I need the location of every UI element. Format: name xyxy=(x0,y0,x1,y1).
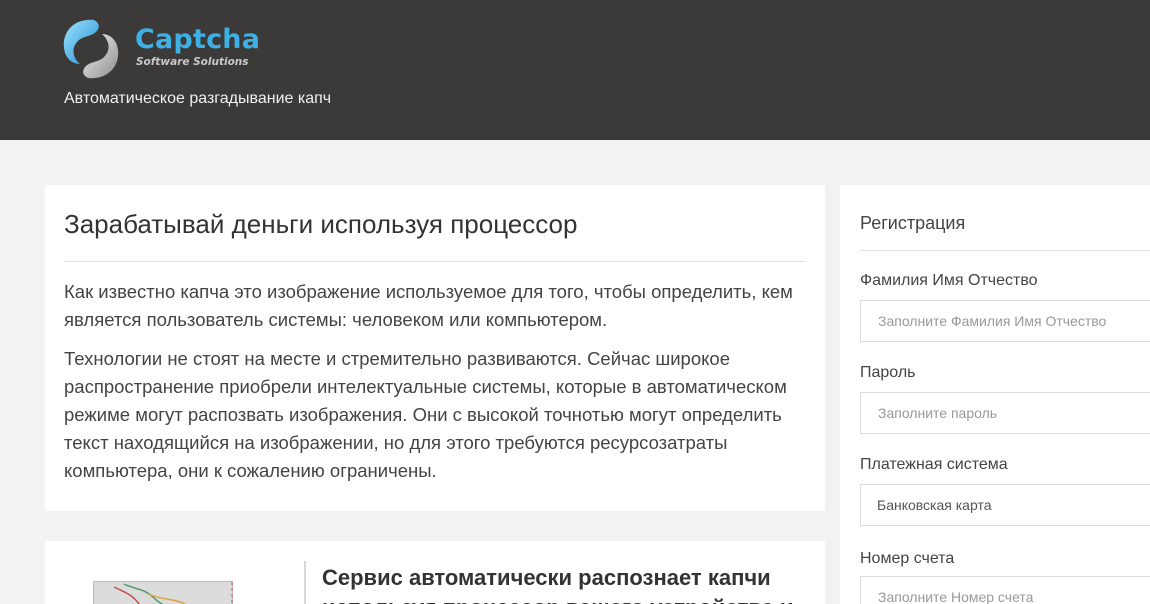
account-number-input[interactable] xyxy=(860,576,1150,604)
registration-title: Регистрация xyxy=(860,213,966,233)
captcha-swirl-logo-icon xyxy=(63,19,119,79)
site-tagline: Автоматическое разгадывание капч xyxy=(64,90,332,107)
captcha-image-thumbnail xyxy=(93,581,233,604)
fullname-label: Фамилия Имя Отчество xyxy=(860,272,1038,289)
page-title: Зарабатывай деньги используя процессор xyxy=(64,209,578,239)
account-number-label: Номер счета xyxy=(860,550,955,567)
password-label: Пароль xyxy=(860,364,916,381)
logo-name: Captcha xyxy=(135,24,261,55)
payment-system-select[interactable]: Банковская карта xyxy=(860,484,1150,526)
registration-divider xyxy=(860,250,1150,251)
site-header: Captcha Software Solutions Автоматическо… xyxy=(0,0,1150,140)
service-card: Сервис автоматически распознает капчи ис… xyxy=(45,541,825,604)
vertical-divider xyxy=(304,561,306,604)
title-divider xyxy=(64,261,806,262)
captcha-sample-icon xyxy=(113,582,233,604)
service-title: Сервис автоматически распознает капчи ис… xyxy=(322,565,794,604)
intro-paragraph-2: Технологии не стоят на месте и стремител… xyxy=(64,348,787,481)
payment-system-label: Платежная система xyxy=(860,456,1008,473)
intro-paragraph-1: Как известно капча это изображение испол… xyxy=(64,281,793,330)
password-input[interactable] xyxy=(860,392,1150,434)
intro-card: Зарабатывай деньги используя процессор К… xyxy=(45,185,825,511)
logo-subtitle: Software Solutions xyxy=(136,56,249,68)
fullname-input[interactable] xyxy=(860,300,1150,342)
logo[interactable]: Captcha Software Solutions xyxy=(60,18,260,82)
registration-form: Регистрация Фамилия Имя Отчество Пароль … xyxy=(840,185,1150,604)
